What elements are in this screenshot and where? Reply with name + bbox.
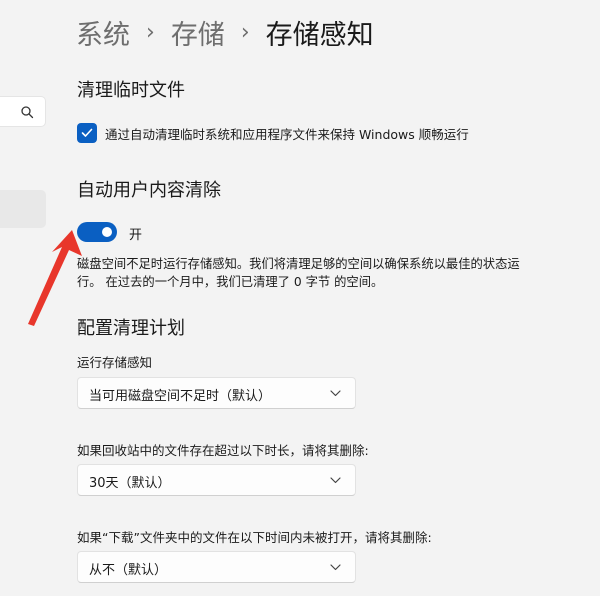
toggle-state-label: 开: [129, 228, 143, 243]
chevron-down-icon: [330, 477, 341, 484]
breadcrumb-separator: ›: [240, 19, 250, 45]
downloads-folder-dropdown[interactable]: 从不（默认）: [77, 551, 356, 583]
sidebar-search-box[interactable]: [0, 96, 46, 127]
breadcrumb-storage[interactable]: 存储: [171, 13, 225, 52]
recycle-bin-label: 如果回收站中的文件存在超过以下时长，请将其删除:: [77, 443, 369, 458]
run-storage-sense-dropdown[interactable]: 当可用磁盘空间不足时（默认）: [77, 377, 356, 409]
recycle-bin-dropdown[interactable]: 30天（默认）: [77, 464, 356, 496]
breadcrumb-separator: ›: [146, 19, 155, 45]
dropdown-value: 当可用磁盘空间不足时（默认）: [89, 389, 272, 404]
temp-files-title: 清理临时文件: [77, 80, 185, 101]
chevron-down-icon: [330, 390, 341, 397]
run-storage-sense-label: 运行存储感知: [77, 355, 153, 370]
chevron-down-icon: [330, 564, 341, 571]
checkmark-icon: [81, 128, 93, 137]
auto-cleanup-description: 磁盘空间不足时运行存储感知。我们将清理足够的空间以确保系统以最佳的状态运行。 在…: [77, 257, 520, 289]
dropdown-value: 从不（默认）: [89, 563, 168, 578]
temp-files-checkbox[interactable]: [77, 123, 97, 143]
auto-cleanup-title: 自动用户内容清除: [77, 180, 221, 201]
temp-files-checkbox-label: 通过自动清理临时系统和应用程序文件来保持 Windows 顺畅运行: [105, 127, 469, 142]
downloads-folder-label: 如果“下载”文件夹中的文件在以下时间内未被打开，请将其删除:: [77, 530, 432, 545]
page-title: 存储感知: [265, 19, 374, 51]
search-icon: [21, 106, 34, 119]
toggle-knob: [102, 227, 112, 237]
breadcrumb: 系统 › 存储 › 存储感知: [76, 12, 374, 52]
dropdown-value: 30天（默认）: [89, 476, 171, 491]
annotation-arrow-icon: [28, 230, 82, 326]
sidebar-item-selected[interactable]: [0, 190, 46, 228]
breadcrumb-system[interactable]: 系统: [76, 13, 130, 52]
schedule-title: 配置清理计划: [77, 318, 185, 339]
